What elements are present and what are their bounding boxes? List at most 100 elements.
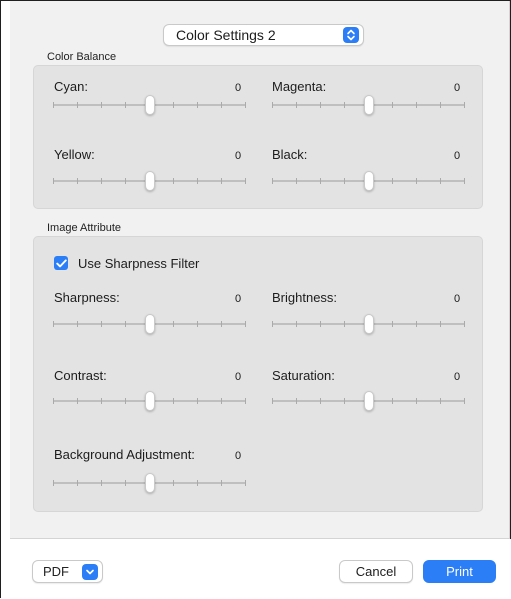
slider-tick — [296, 321, 297, 327]
slider-tick — [197, 102, 198, 108]
slider-knob[interactable] — [145, 314, 155, 334]
magenta-label: Magenta: — [272, 79, 327, 94]
slider-tick — [53, 321, 54, 327]
slider-tick — [245, 480, 246, 486]
saturation-slider[interactable] — [272, 391, 465, 411]
slider-tick — [173, 178, 174, 184]
slider-tick — [77, 321, 78, 327]
slider-tick — [392, 398, 393, 404]
slider-tick — [272, 102, 273, 108]
brightness-slider[interactable] — [272, 314, 465, 334]
slider-tick — [53, 480, 54, 486]
background-adjustment-slider[interactable] — [53, 473, 246, 493]
yellow-label: Yellow: — [54, 147, 95, 162]
slider-tick — [101, 398, 102, 404]
pdf-button-label: PDF — [43, 564, 69, 579]
slider-tick — [272, 321, 273, 327]
magenta-slider[interactable] — [272, 95, 465, 115]
background-adjustment-label: Background Adjustment: — [54, 447, 195, 462]
slider-tick — [245, 321, 246, 327]
slider-tick — [440, 321, 441, 327]
brightness-label: Brightness: — [272, 290, 338, 305]
background-adjustment-value: 0 — [235, 450, 242, 462]
slider-tick — [77, 480, 78, 486]
slider-tick — [77, 178, 78, 184]
sharpness-filter-label[interactable]: Use Sharpness Filter — [78, 256, 199, 271]
black-value: 0 — [454, 150, 461, 162]
dialog-footer: PDF Cancel Print — [1, 539, 511, 599]
slider-tick — [320, 178, 321, 184]
slider-tick — [101, 480, 102, 486]
contrast-label: Contrast: — [54, 368, 107, 383]
color-balance-title: Color Balance — [47, 51, 117, 63]
slider-tick — [101, 102, 102, 108]
slider-tick — [173, 480, 174, 486]
chevron-down-icon — [82, 563, 98, 580]
slider-tick — [245, 102, 246, 108]
sharpness-label: Sharpness: — [54, 290, 120, 305]
slider-knob[interactable] — [145, 391, 155, 411]
slider-knob[interactable] — [364, 171, 374, 191]
slider-tick — [416, 178, 417, 184]
pdf-menu-button[interactable]: PDF — [32, 560, 103, 583]
sharpness-filter-checkbox[interactable] — [54, 256, 68, 270]
slider-tick — [101, 178, 102, 184]
magenta-value: 0 — [454, 82, 461, 94]
slider-tick — [344, 102, 345, 108]
color-settings-popup-label: Color Settings 2 — [176, 27, 276, 43]
slider-tick — [440, 398, 441, 404]
slider-tick — [125, 178, 126, 184]
slider-tick — [272, 178, 273, 184]
slider-tick — [440, 178, 441, 184]
yellow-value: 0 — [235, 150, 242, 162]
contrast-value: 0 — [235, 371, 242, 383]
slider-tick — [440, 102, 441, 108]
chevron-up-down-icon — [343, 27, 359, 43]
black-slider[interactable] — [272, 171, 465, 191]
slider-tick — [173, 102, 174, 108]
slider-tick — [53, 398, 54, 404]
cyan-label: Cyan: — [54, 79, 88, 94]
slider-tick — [197, 178, 198, 184]
slider-tick — [173, 321, 174, 327]
slider-tick — [245, 398, 246, 404]
sharpness-slider[interactable] — [53, 314, 246, 334]
cancel-button[interactable]: Cancel — [339, 560, 413, 583]
image-attribute-title: Image Attribute — [47, 222, 121, 234]
slider-tick — [320, 321, 321, 327]
saturation-value: 0 — [454, 371, 461, 383]
brightness-value: 0 — [454, 293, 461, 305]
slider-tick — [272, 398, 273, 404]
slider-tick — [77, 398, 78, 404]
slider-tick — [197, 480, 198, 486]
slider-knob[interactable] — [364, 95, 374, 115]
slider-knob[interactable] — [364, 391, 374, 411]
checkmark-icon — [55, 258, 67, 267]
slider-tick — [125, 480, 126, 486]
slider-tick — [221, 178, 222, 184]
color-settings-popup[interactable]: Color Settings 2 — [163, 24, 364, 46]
cyan-slider[interactable] — [53, 95, 246, 115]
slider-tick — [392, 102, 393, 108]
slider-tick — [77, 102, 78, 108]
slider-tick — [53, 102, 54, 108]
slider-tick — [464, 178, 465, 184]
contrast-slider[interactable] — [53, 391, 246, 411]
slider-tick — [344, 398, 345, 404]
print-dialog: Color Settings 2 Color Balance Cyan: 0 M… — [0, 0, 511, 599]
slider-knob[interactable] — [145, 473, 155, 493]
slider-tick — [221, 321, 222, 327]
slider-tick — [125, 321, 126, 327]
slider-knob[interactable] — [145, 95, 155, 115]
yellow-slider[interactable] — [53, 171, 246, 191]
slider-tick — [464, 102, 465, 108]
slider-knob[interactable] — [364, 314, 374, 334]
slider-tick — [416, 398, 417, 404]
print-button[interactable]: Print — [423, 560, 496, 583]
slider-tick — [392, 178, 393, 184]
slider-tick — [296, 398, 297, 404]
slider-tick — [320, 102, 321, 108]
slider-tick — [392, 321, 393, 327]
slider-knob[interactable] — [145, 171, 155, 191]
slider-tick — [245, 178, 246, 184]
